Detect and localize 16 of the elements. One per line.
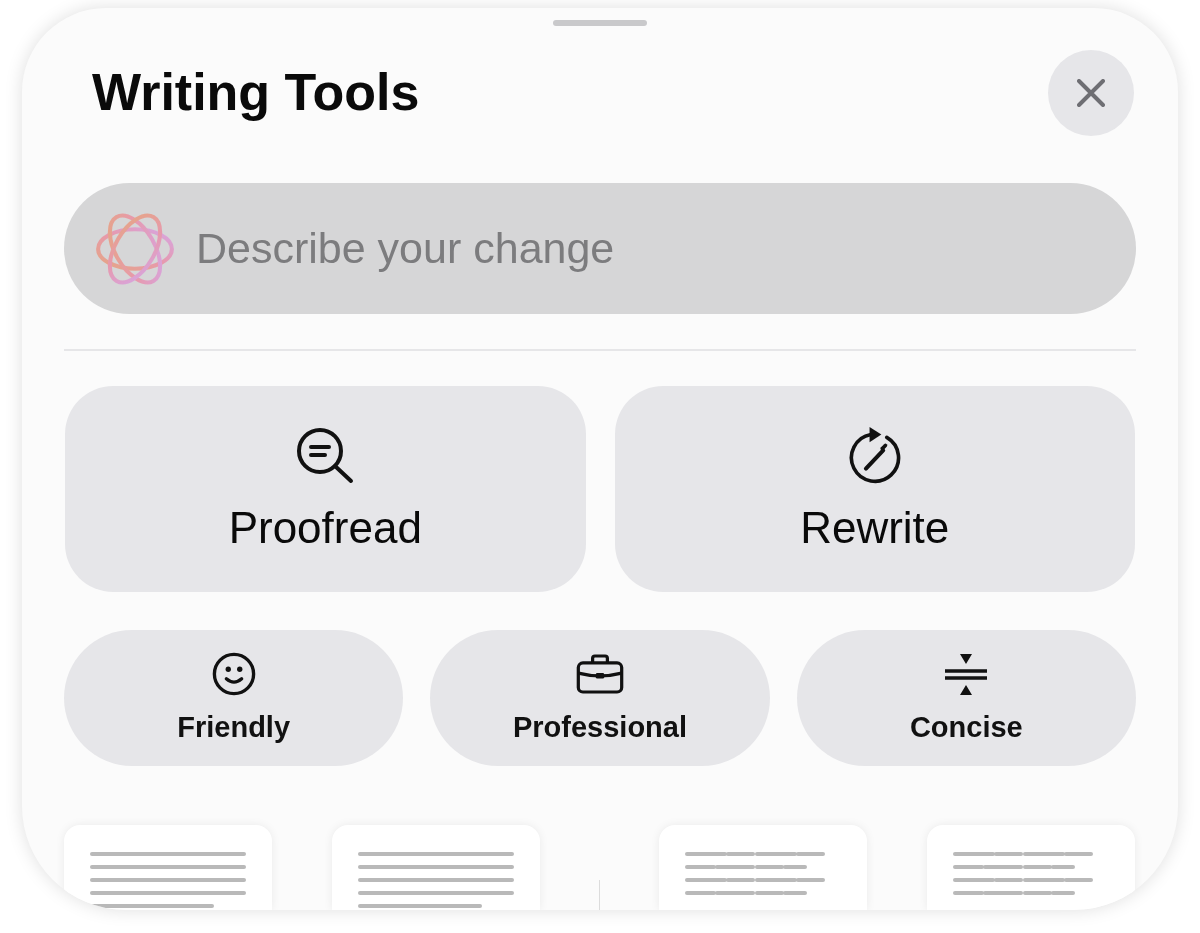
prompt-field[interactable]: Describe your change xyxy=(64,183,1136,314)
tone-button[interactable]: Professional xyxy=(430,630,770,766)
action-button[interactable]: Rewrite xyxy=(614,386,1135,592)
magnifier-icon xyxy=(296,425,355,484)
preview-card[interactable] xyxy=(332,825,540,910)
sheet-title: Writing Tools xyxy=(92,63,420,123)
close-icon xyxy=(1077,79,1105,107)
tone-button[interactable]: Friendly xyxy=(64,630,404,766)
grabber-handle[interactable] xyxy=(553,20,647,26)
preview-card[interactable] xyxy=(64,825,272,910)
briefcase-icon xyxy=(576,652,624,697)
tone-button[interactable]: Concise xyxy=(796,630,1136,766)
preview-card[interactable] xyxy=(659,825,867,910)
preview-card[interactable] xyxy=(927,825,1135,910)
prompt-input[interactable]: Describe your change xyxy=(196,218,1096,279)
action-button[interactable]: Proofread xyxy=(65,386,586,592)
